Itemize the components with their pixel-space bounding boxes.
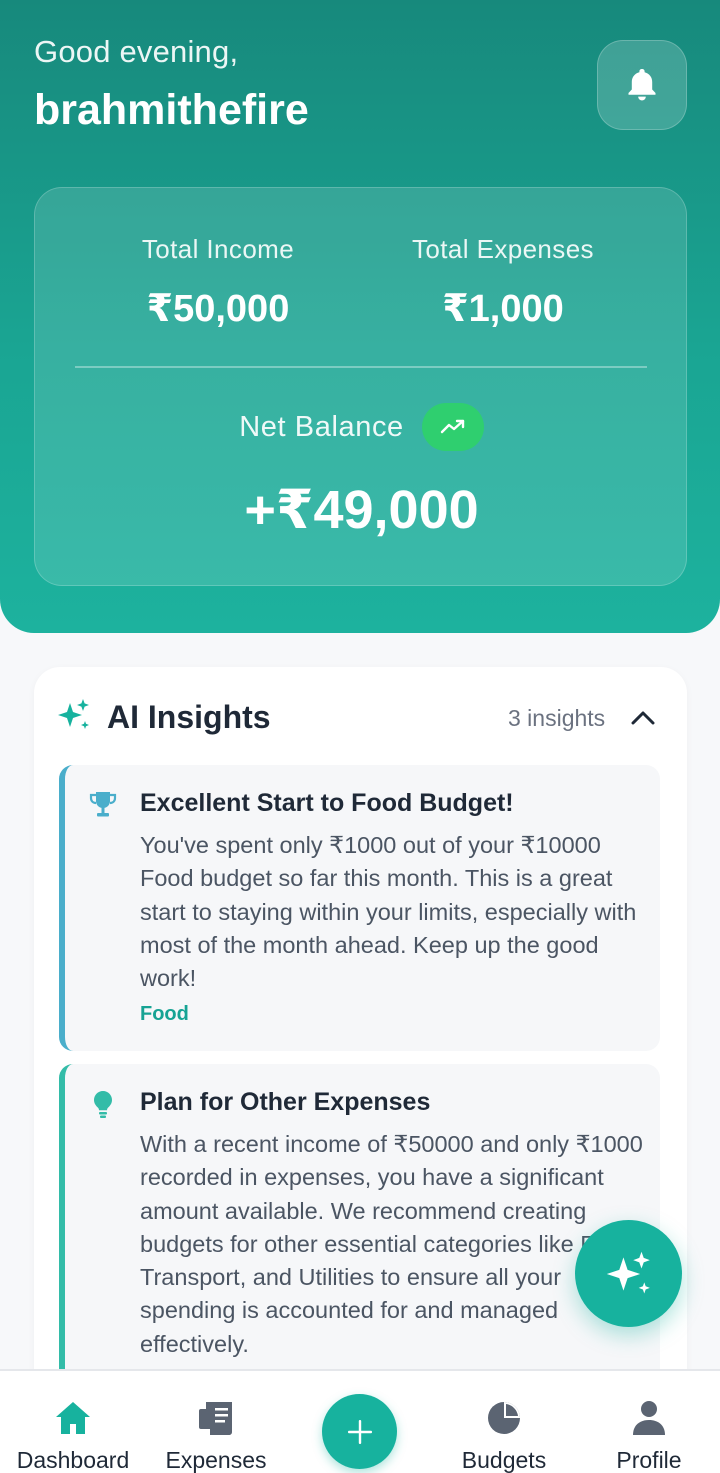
add-expense-button[interactable]	[322, 1394, 397, 1469]
net-balance-row: Net Balance	[35, 402, 688, 452]
nav-dashboard[interactable]: Dashboard	[12, 1371, 134, 1473]
insights-count: 3 insights	[508, 705, 606, 731]
total-expenses-value: ₹1,000	[442, 288, 564, 330]
total-income-value: ₹50,000	[146, 288, 290, 330]
trophy-icon	[89, 792, 117, 817]
nav-dashboard-label: Dashboard	[16, 1447, 130, 1473]
notifications-button[interactable]	[597, 40, 687, 130]
ai-insights-card: AI Insights 3 insights Excellent Start t…	[34, 667, 687, 1427]
chevron-up-icon[interactable]	[628, 703, 658, 733]
lightbulb-icon	[94, 1091, 112, 1118]
nav-expenses[interactable]: Expenses	[160, 1371, 272, 1473]
ai-insights-header[interactable]: AI Insights 3 insights	[34, 667, 687, 767]
insight-category-tag: Food	[140, 1003, 189, 1025]
trending-up-icon	[440, 419, 464, 434]
nav-budgets-label: Budgets	[461, 1447, 547, 1473]
username: brahmithefire	[34, 86, 309, 134]
bell-icon	[628, 69, 656, 101]
home-icon	[56, 1402, 90, 1434]
insight-title: Plan for Other Expenses	[140, 1088, 431, 1116]
sparkles-icon	[606, 1251, 650, 1293]
nav-budgets[interactable]: Budgets	[455, 1371, 553, 1473]
receipt-icon	[199, 1402, 232, 1435]
ai-insights-title: AI Insights	[107, 699, 271, 735]
pie-chart-icon	[488, 1402, 520, 1434]
insight-item[interactable]: Plan for Other Expenses With a recent in…	[59, 1064, 660, 1384]
user-icon	[633, 1401, 665, 1435]
insight-title: Excellent Start to Food Budget!	[140, 789, 514, 817]
plus-icon	[347, 1419, 372, 1444]
trend-badge	[421, 403, 484, 451]
summary-divider	[75, 366, 647, 368]
dashboard-header: Good evening, brahmithefire Total Income…	[0, 0, 720, 633]
net-balance-label: Net Balance	[239, 410, 404, 443]
bottom-navigation: Dashboard Expenses Budgets Profile	[0, 1369, 720, 1473]
sparkles-icon	[58, 699, 89, 729]
insight-item[interactable]: Excellent Start to Food Budget! You've s…	[59, 765, 660, 1051]
net-balance-value: +₹49,000	[244, 480, 479, 540]
ai-assistant-button[interactable]	[575, 1220, 682, 1327]
insight-text: With a recent income of ₹50000 and only …	[140, 1131, 643, 1357]
nav-expenses-label: Expenses	[165, 1447, 267, 1473]
balance-summary-card: Total Income ₹50,000 Total Expenses ₹1,0…	[34, 187, 687, 586]
insight-text: You've spent only ₹1000 out of your ₹100…	[140, 832, 637, 992]
nav-profile-label: Profile	[616, 1447, 682, 1473]
greeting-text: Good evening,	[34, 34, 239, 69]
total-income-label: Total Income	[141, 234, 295, 264]
total-expenses-label: Total Expenses	[412, 234, 594, 264]
nav-profile[interactable]: Profile	[610, 1371, 688, 1473]
